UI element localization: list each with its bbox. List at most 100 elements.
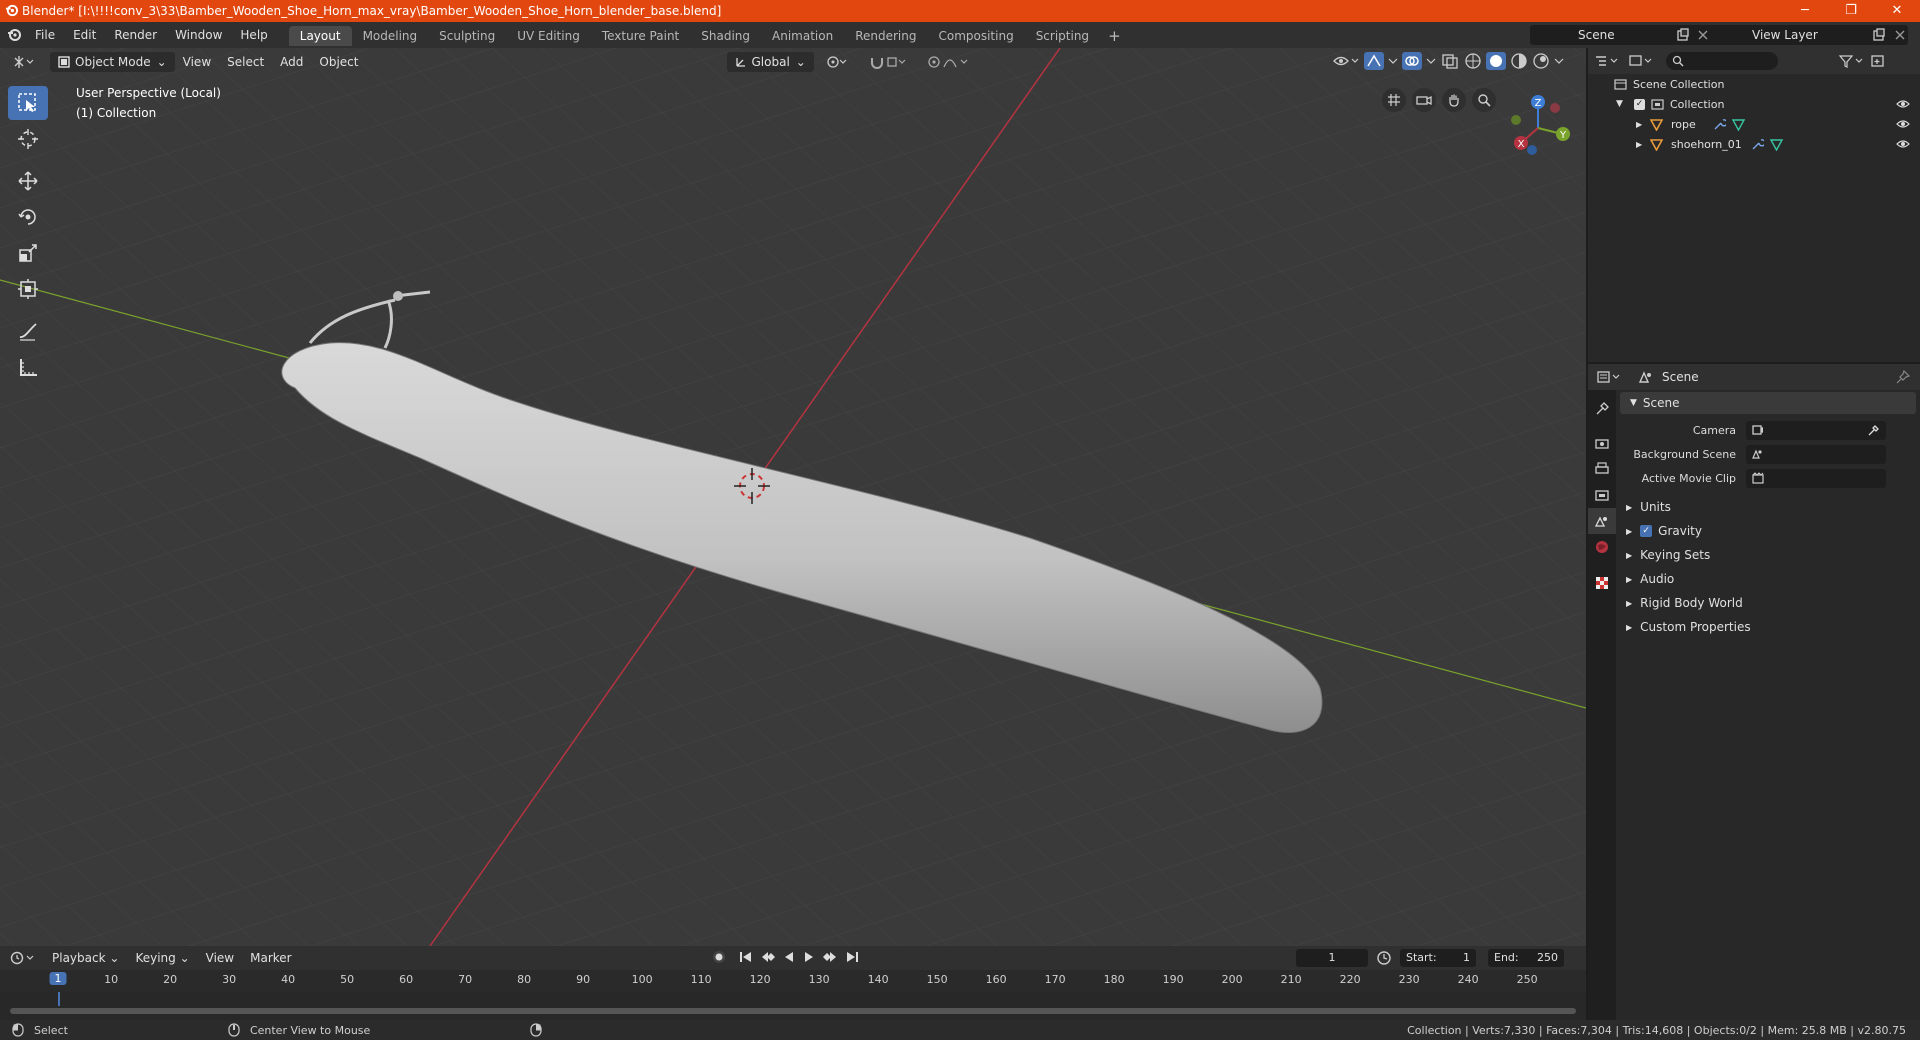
outliner-editor-icon[interactable] — [1594, 53, 1624, 69]
tab-output[interactable] — [1588, 456, 1616, 482]
new-view-layer-icon[interactable] — [1872, 28, 1886, 42]
delete-scene-icon[interactable] — [1697, 29, 1709, 41]
camera-view-icon[interactable] — [1412, 88, 1436, 112]
3d-viewport[interactable] — [0, 48, 1586, 946]
expand-arrow-icon[interactable]: ▶ — [1636, 140, 1646, 149]
menu-playback[interactable]: Playback ⌄ — [44, 951, 127, 965]
tab-view-layer[interactable] — [1588, 482, 1616, 508]
section-gravity[interactable]: ▶ ✓ Gravity — [1616, 520, 1920, 542]
tab-render[interactable] — [1588, 430, 1616, 456]
next-keyframe-icon[interactable] — [822, 950, 838, 964]
display-mode-icon[interactable] — [1628, 53, 1658, 69]
filter-icon[interactable] — [1838, 53, 1866, 69]
tab-animation[interactable]: Animation — [761, 26, 844, 46]
menu-object[interactable]: Object — [311, 55, 366, 69]
expand-arrow-icon[interactable]: ▼ — [1616, 99, 1628, 109]
menu-view[interactable]: View — [198, 951, 242, 965]
clock-icon[interactable] — [1376, 950, 1392, 966]
solid-shading-icon[interactable] — [1486, 52, 1506, 70]
rendered-shading-icon[interactable] — [1532, 52, 1550, 70]
eye-icon[interactable] — [1896, 97, 1910, 111]
chevron-down-icon[interactable] — [1554, 52, 1564, 70]
tab-texture-paint[interactable]: Texture Paint — [591, 26, 690, 46]
tab-tool[interactable] — [1588, 396, 1616, 422]
end-frame-field[interactable]: End: 250 — [1488, 949, 1564, 967]
pin-icon[interactable] — [1896, 370, 1910, 384]
chevron-down-icon[interactable] — [1426, 52, 1436, 70]
menu-window[interactable]: Window — [166, 28, 231, 42]
select-box-tool[interactable] — [8, 86, 48, 120]
tab-shading[interactable]: Shading — [690, 26, 761, 46]
gravity-checkbox[interactable]: ✓ — [1640, 525, 1653, 537]
outliner-row-shoehorn[interactable]: ▶ shoehorn_01 — [1588, 134, 1920, 154]
collection-checkbox[interactable]: ✓ — [1634, 98, 1645, 110]
current-frame-marker[interactable]: 1 — [49, 972, 67, 985]
record-icon[interactable] — [712, 950, 726, 964]
wrench-modifier-icon[interactable] — [1713, 118, 1726, 131]
menu-help[interactable]: Help — [231, 28, 276, 42]
gizmo-toggle-icon[interactable] — [1364, 52, 1384, 70]
overlays-toggle-icon[interactable] — [1402, 52, 1422, 70]
camera-field[interactable] — [1746, 420, 1886, 440]
add-workspace-button[interactable]: + — [1100, 26, 1129, 46]
outliner-row-collection[interactable]: ▼ ✓ Collection — [1588, 94, 1920, 114]
mesh-data-icon[interactable] — [1770, 138, 1783, 151]
pan-hand-icon[interactable] — [1442, 88, 1466, 112]
delete-view-layer-icon[interactable] — [1894, 29, 1906, 41]
jump-start-icon[interactable] — [738, 950, 754, 964]
eye-icon[interactable] — [1896, 117, 1910, 131]
navigation-gizmo[interactable]: Z Y X — [1510, 92, 1570, 156]
xray-toggle-icon[interactable] — [1440, 52, 1460, 70]
expand-arrow-icon[interactable]: ▶ — [1636, 120, 1646, 129]
zoom-icon[interactable] — [1472, 88, 1496, 112]
move-tool[interactable] — [8, 164, 48, 198]
section-rigid-body-world[interactable]: ▶ Rigid Body World — [1616, 592, 1920, 614]
menu-select[interactable]: Select — [219, 55, 272, 69]
scene-field[interactable]: Scene — [1530, 25, 1744, 45]
mode-dropdown[interactable]: Object Mode ⌄ — [50, 52, 175, 72]
wireframe-shading-icon[interactable] — [1464, 52, 1482, 70]
close-button[interactable]: ✕ — [1874, 0, 1920, 22]
section-keying-sets[interactable]: ▶ Keying Sets — [1616, 544, 1920, 566]
outliner-row-scene-collection[interactable]: Scene Collection — [1588, 74, 1920, 94]
transform-tool[interactable] — [8, 272, 48, 306]
rotate-tool[interactable] — [8, 200, 48, 234]
visibility-selectability-icon[interactable] — [1332, 52, 1360, 70]
eyedropper-icon[interactable] — [1868, 424, 1880, 436]
menu-file[interactable]: File — [26, 28, 64, 42]
tab-uv-editing[interactable]: UV Editing — [506, 26, 591, 46]
material-shading-icon[interactable] — [1510, 52, 1528, 70]
chevron-down-icon[interactable] — [1388, 52, 1398, 70]
tab-scripting[interactable]: Scripting — [1025, 26, 1100, 46]
menu-add[interactable]: Add — [272, 55, 311, 69]
editor-type-button[interactable] — [4, 52, 46, 72]
new-collection-icon[interactable] — [1870, 53, 1886, 69]
section-audio[interactable]: ▶ Audio — [1616, 568, 1920, 590]
annotate-tool[interactable] — [8, 314, 48, 348]
outliner-row-rope[interactable]: ▶ rope — [1588, 114, 1920, 134]
measure-tool[interactable] — [8, 350, 48, 384]
blender-menu-icon[interactable] — [6, 27, 22, 43]
section-custom-properties[interactable]: ▶ Custom Properties — [1616, 616, 1920, 638]
tab-modeling[interactable]: Modeling — [352, 26, 429, 46]
play-icon[interactable] — [802, 950, 816, 964]
background-scene-field[interactable] — [1746, 444, 1886, 464]
start-frame-field[interactable]: Start: 1 — [1400, 949, 1476, 967]
mesh-data-icon[interactable] — [1732, 118, 1745, 131]
cursor-tool[interactable] — [8, 122, 48, 156]
section-units[interactable]: ▶ Units — [1616, 496, 1920, 518]
timeline-editor-icon[interactable] — [10, 950, 38, 966]
eye-icon[interactable] — [1896, 137, 1910, 151]
timeline-scrollbar[interactable] — [10, 1008, 1576, 1014]
menu-marker[interactable]: Marker — [242, 951, 299, 965]
tab-scene[interactable] — [1588, 508, 1616, 534]
wrench-modifier-icon[interactable] — [1751, 138, 1764, 151]
jump-end-icon[interactable] — [844, 950, 860, 964]
menu-edit[interactable]: Edit — [64, 28, 105, 42]
snap-toggle[interactable] — [862, 52, 916, 72]
tab-texture[interactable] — [1588, 570, 1616, 596]
tab-sculpting[interactable]: Sculpting — [428, 26, 506, 46]
active-movie-clip-field[interactable] — [1746, 468, 1886, 488]
tab-rendering[interactable]: Rendering — [844, 26, 927, 46]
menu-keying[interactable]: Keying ⌄ — [127, 951, 197, 965]
